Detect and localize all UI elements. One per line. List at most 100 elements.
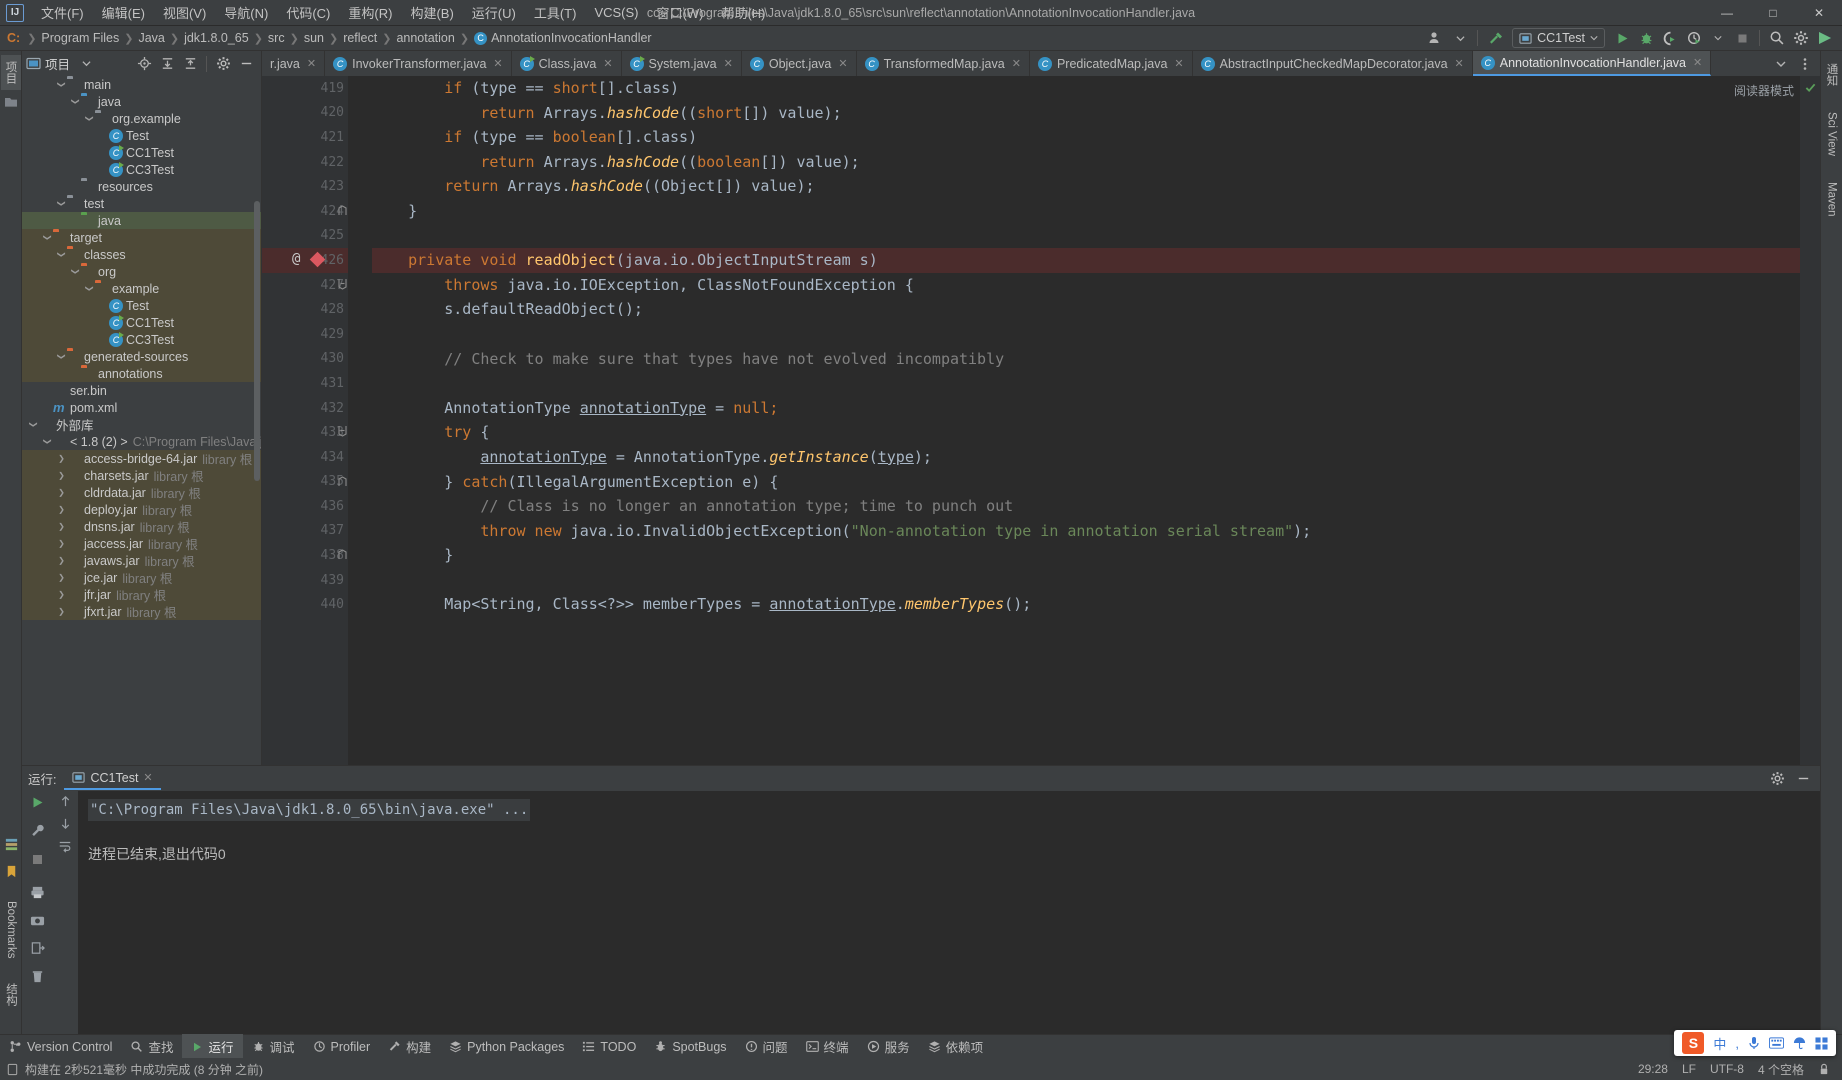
tree-expand-arrow-icon[interactable]: ❯	[56, 607, 67, 616]
ime-mode-label[interactable]: 中	[1713, 1034, 1726, 1053]
tree-node[interactable]: ❯ cldrdata.jar library 根	[22, 484, 261, 501]
status-message[interactable]: 构建在 2秒521毫秒 中成功完成 (8 分钟 之前)	[25, 1061, 263, 1078]
editor-tab-bar[interactable]: r.java ✕ C InvokerTransformer.java ✕ C Class.j…	[262, 51, 1820, 76]
tree-node[interactable]: ❯ org.example	[22, 110, 261, 127]
editor-tab[interactable]: C InvokerTransformer.java ✕	[325, 51, 512, 76]
gutter-line[interactable]: 423	[262, 174, 348, 199]
tree-node[interactable]: ❯ < 1.8 (2) > C:\Program Files\Java\jdk	[22, 433, 261, 450]
run-button[interactable]	[1611, 28, 1633, 48]
code-line[interactable]	[372, 322, 1800, 347]
tree-node[interactable]: C CC3Test	[22, 161, 261, 178]
strip-tab-project[interactable]: 项目	[0, 55, 21, 90]
settings-gear-icon[interactable]	[212, 54, 234, 74]
tree-node[interactable]: resources	[22, 178, 261, 195]
code-line[interactable]	[372, 568, 1800, 593]
tool-window-button-version-control[interactable]: Version Control	[0, 1037, 121, 1057]
breadcrumb-drive[interactable]: C:	[4, 31, 25, 45]
menu-item-refactor[interactable]: 重构(R)	[339, 0, 401, 25]
code-line[interactable]: throw new java.io.InvalidObjectException…	[372, 519, 1800, 544]
editor-tab[interactable]: C PredicatedMap.java ✕	[1030, 51, 1193, 76]
caret-position[interactable]: 29:28	[1638, 1062, 1668, 1076]
line-separator[interactable]: LF	[1682, 1062, 1696, 1076]
code-line[interactable]: Map<String, Class<?>> memberTypes = anno…	[372, 592, 1800, 617]
gutter-line[interactable]: 422	[262, 150, 348, 175]
toolbox-icon[interactable]	[1815, 1036, 1828, 1050]
tool-window-button-调试[interactable]: 调试	[243, 1034, 304, 1059]
gutter-line[interactable]: 428	[262, 297, 348, 322]
wrench-icon[interactable]	[30, 823, 45, 838]
code-line[interactable]: if (type == short[].class)	[372, 76, 1800, 101]
code-line[interactable]: s.defaultReadObject();	[372, 297, 1800, 322]
code-line[interactable]: annotationType = AnnotationType.getInsta…	[372, 445, 1800, 470]
structure-icon[interactable]	[4, 837, 19, 852]
fold-marker-start-icon[interactable]	[338, 425, 347, 437]
tree-node[interactable]: ❯ jfxrt.jar library 根	[22, 603, 261, 620]
tool-window-button-问题[interactable]: 问题	[736, 1034, 797, 1059]
tree-expand-arrow-icon[interactable]: ❯	[56, 471, 67, 480]
gutter-line[interactable]: 431	[262, 371, 348, 396]
up-arrow-icon[interactable]	[59, 795, 72, 808]
breadcrumb-reflect[interactable]: reflect	[340, 31, 380, 45]
menu-item-file[interactable]: 文件(F)	[32, 0, 93, 25]
minimize-button[interactable]: —	[1704, 0, 1750, 26]
code-line[interactable]: }	[372, 199, 1800, 224]
tree-expand-arrow-icon[interactable]: ❯	[56, 454, 67, 463]
fold-marker-end-icon[interactable]	[338, 475, 347, 487]
fold-marker-end-icon[interactable]	[338, 205, 347, 216]
breadcrumb-src[interactable]: src	[265, 31, 288, 45]
hide-panel-icon[interactable]	[1792, 769, 1814, 789]
breadcrumb-java[interactable]: Java	[135, 31, 167, 45]
search-icon[interactable]	[1766, 28, 1788, 48]
gutter-line[interactable]: 424	[262, 199, 348, 224]
code-line[interactable]: return Arrays.hashCode((short[]) value);	[372, 101, 1800, 126]
tree-node[interactable]: ❯ java	[22, 93, 261, 110]
tree-node[interactable]: java	[22, 212, 261, 229]
tool-window-button-依赖项[interactable]: 依赖项	[919, 1034, 993, 1059]
gutter-line[interactable]: 419	[262, 76, 348, 101]
chevron-down-icon[interactable]	[1707, 28, 1729, 48]
reader-mode-label[interactable]: 阅读器模式	[1734, 82, 1794, 99]
mic-icon[interactable]	[1748, 1036, 1760, 1050]
close-icon[interactable]: ✕	[603, 57, 612, 70]
close-icon[interactable]: ✕	[1693, 56, 1702, 69]
bookmarks-icon[interactable]	[4, 864, 19, 879]
stop-button[interactable]	[1731, 28, 1753, 48]
wrap-text-icon[interactable]	[58, 839, 72, 853]
gutter-line[interactable]: 427	[262, 273, 348, 298]
tree-expand-arrow-icon[interactable]: ❯	[57, 79, 66, 90]
menu-item-build[interactable]: 构建(B)	[401, 0, 462, 25]
breadcrumb-sun[interactable]: sun	[301, 31, 327, 45]
gutter-line[interactable]: 438	[262, 543, 348, 568]
tree-node[interactable]: ❯ jce.jar library 根	[22, 569, 261, 586]
tree-expand-arrow-icon[interactable]: ❯	[56, 556, 67, 565]
menu-item-code[interactable]: 代码(C)	[277, 0, 339, 25]
tree-node[interactable]: C CC3Test	[22, 331, 261, 348]
code-line[interactable]: if (type == boolean[].class)	[372, 125, 1800, 150]
tree-node[interactable]: ❯ target	[22, 229, 261, 246]
tree-expand-arrow-icon[interactable]: ❯	[43, 232, 52, 243]
tree-node[interactable]: ❯ classes	[22, 246, 261, 263]
editor-tab[interactable]: C AbstractInputCheckedMapDecorator.java ✕	[1193, 51, 1473, 76]
project-tree-scrollbar[interactable]	[254, 201, 260, 481]
tree-node[interactable]: ❯ org	[22, 263, 261, 280]
menu-item-window[interactable]: 窗口(W)	[648, 0, 713, 25]
menu-item-run[interactable]: 运行(U)	[463, 0, 525, 25]
fold-marker-start-icon[interactable]	[338, 278, 347, 290]
code-line[interactable]: return Arrays.hashCode((boolean[]) value…	[372, 150, 1800, 175]
close-icon[interactable]: ✕	[1455, 57, 1464, 70]
console-output[interactable]: "C:\Program Files\Java\jdk1.8.0_65\bin\j…	[78, 791, 1820, 1034]
run-tab-cc1test[interactable]: CC1Test ✕	[64, 768, 161, 790]
gutter-line[interactable]: 430	[262, 347, 348, 372]
tool-window-button-python-packages[interactable]: Python Packages	[440, 1037, 573, 1057]
tree-node[interactable]: annotations	[22, 365, 261, 382]
gutter-line[interactable]: 437	[262, 519, 348, 544]
close-icon[interactable]: ✕	[307, 57, 316, 70]
tree-expand-arrow-icon[interactable]: ❯	[71, 96, 80, 107]
tree-node[interactable]: ❯ test	[22, 195, 261, 212]
strip-tab-sciview[interactable]: Sci View	[1824, 106, 1840, 162]
breadcrumb-program-files[interactable]: Program Files	[38, 31, 122, 45]
collapse-all-icon[interactable]	[179, 54, 201, 74]
gutter-line[interactable]: 421	[262, 125, 348, 150]
editor-tab[interactable]: C TransformedMap.java ✕	[857, 51, 1030, 76]
tree-node[interactable]: ❯ jaccess.jar library 根	[22, 535, 261, 552]
